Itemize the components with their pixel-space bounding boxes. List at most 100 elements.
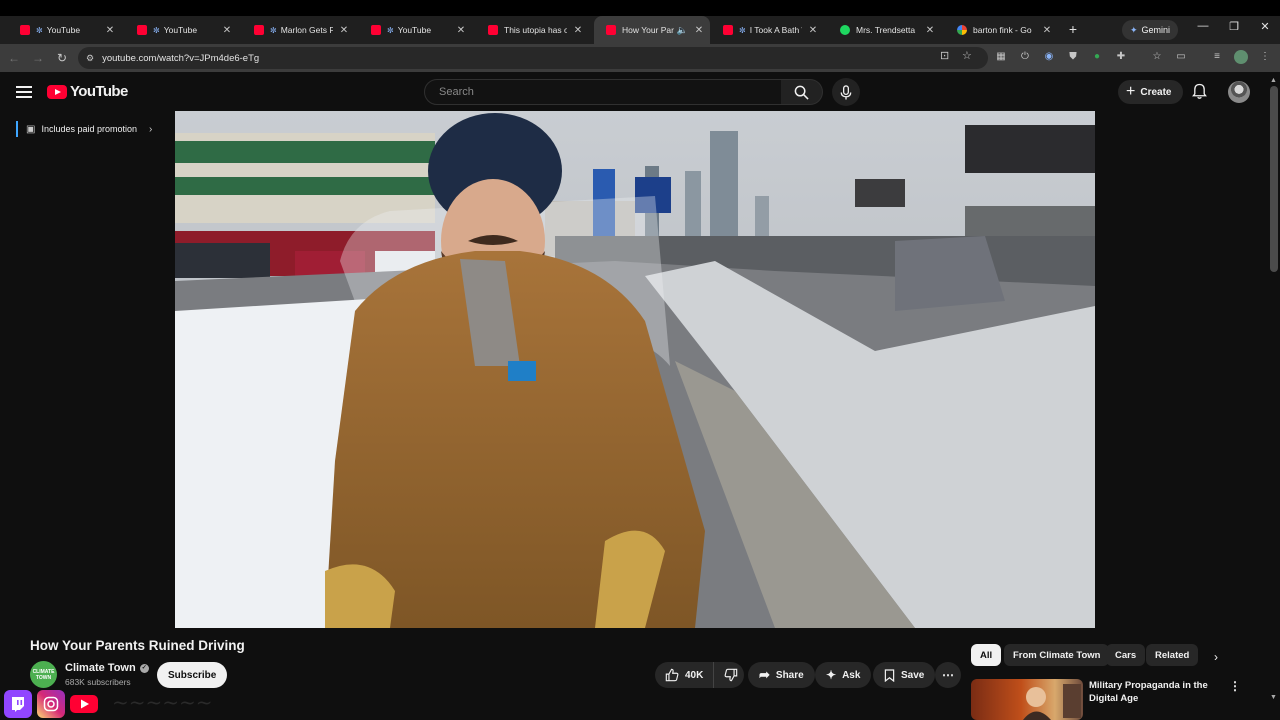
more-horizontal-icon: ⋯ — [942, 668, 954, 682]
new-tab-button[interactable]: + — [1064, 20, 1082, 38]
share-label: Share — [775, 669, 804, 681]
thumbnail-image — [1023, 684, 1081, 720]
close-icon[interactable]: ✕ — [456, 25, 466, 36]
browser-tab[interactable]: barton fink - Go ✕ — [945, 16, 1058, 44]
share-button[interactable]: ➦ Share — [748, 662, 815, 688]
minimize-button[interactable]: — — [1193, 20, 1213, 32]
extension-audio-icon[interactable]: ◉ — [1042, 50, 1056, 64]
page-scrollbar-thumb[interactable] — [1270, 86, 1278, 272]
extension-grid-icon[interactable]: ▦ — [994, 50, 1008, 64]
browser-tab[interactable]: This utopia has one ✕ — [476, 16, 589, 44]
gemini-button[interactable]: ✦ Gemini — [1122, 20, 1179, 40]
like-button[interactable]: 40K — [655, 662, 715, 688]
menu-icon[interactable] — [16, 86, 32, 98]
more-actions-button[interactable]: ⋯ — [935, 662, 961, 688]
voice-search-button[interactable] — [832, 78, 860, 106]
browser-tab[interactable]: Mrs. Trendsetta ✕ — [828, 16, 941, 44]
audio-wave-icon: ✼ — [153, 25, 160, 35]
save-label: Save — [901, 669, 925, 681]
youtube-icon — [254, 25, 264, 35]
side-panel-icon[interactable]: ▭ — [1174, 50, 1188, 64]
window-close-button[interactable]: ✕ — [1255, 20, 1275, 33]
extension-green-icon[interactable]: ● — [1090, 50, 1104, 64]
search-button[interactable] — [781, 79, 823, 105]
youtube-logo[interactable]: YouTube — [47, 83, 128, 100]
verified-icon: ✓ — [139, 663, 149, 673]
video-player[interactable] — [175, 111, 1095, 628]
browser-tab[interactable]: ✼ Marlon Gets Fra ✕ — [242, 16, 355, 44]
video-title: How Your Parents Ruined Driving — [30, 638, 245, 653]
close-icon[interactable]: ✕ — [694, 25, 704, 36]
maximize-button[interactable]: ❐ — [1224, 20, 1244, 33]
notifications-button[interactable] — [1192, 83, 1207, 105]
browser-tab[interactable]: ✼ YouTube ✕ — [125, 16, 238, 44]
tab-label: I Took A Bath W — [749, 25, 802, 35]
close-icon[interactable]: ✕ — [808, 25, 818, 36]
recommendation-title[interactable]: Military Propaganda in the Digital Age — [1089, 679, 1219, 705]
paid-promotion-notice[interactable]: ▣ Includes paid promotion › — [16, 121, 152, 137]
extension-power-icon[interactable]: ⏻ — [1018, 50, 1032, 64]
tab-label: YouTube — [397, 25, 432, 35]
profile-avatar-icon[interactable] — [1234, 50, 1248, 64]
search-input[interactable]: Search — [424, 79, 782, 105]
save-button[interactable]: Save — [873, 662, 936, 688]
media-controls-icon[interactable]: ≡ — [1210, 50, 1224, 64]
channel-name-row[interactable]: Climate Town ✓ — [65, 662, 149, 674]
browser-menu-icon[interactable]: ⋮ — [1258, 50, 1272, 64]
tab-label: Mrs. Trendsetta — [856, 25, 916, 35]
create-button[interactable]: + Create — [1118, 80, 1184, 104]
recommendation-thumbnail[interactable] — [971, 679, 1083, 720]
audio-wave-icon: ✼ — [387, 25, 394, 35]
forward-arrow-icon[interactable]: → — [30, 50, 46, 66]
account-avatar[interactable] — [1228, 81, 1250, 103]
browser-tab[interactable]: ✼ YouTube ✕ — [8, 16, 121, 44]
browser-tab-active[interactable]: How Your Paren 🔈 ✕ — [594, 16, 710, 44]
install-app-icon[interactable]: ⊡ — [940, 49, 949, 62]
channel-name[interactable]: Climate Town — [65, 662, 136, 674]
close-icon[interactable]: ✕ — [925, 25, 935, 36]
youtube-social-icon — [70, 690, 98, 718]
close-icon[interactable]: ✕ — [339, 25, 349, 36]
close-icon[interactable]: ✕ — [1042, 25, 1052, 36]
subscribe-button[interactable]: Subscribe — [157, 662, 228, 688]
youtube-header: YouTube Search + Create — [0, 72, 1280, 112]
url-text: youtube.com/watch?v=JPm4de6-eTg — [102, 52, 260, 64]
bookmark-star-icon[interactable]: ☆ — [962, 49, 972, 62]
site-info-icon[interactable]: ⚙ — [86, 53, 94, 64]
tab-label: This utopia has one — [504, 25, 567, 35]
speaker-icon[interactable]: 🔈 — [677, 25, 688, 36]
more-vertical-icon[interactable]: ⋮ — [1229, 679, 1241, 693]
youtube-play-icon — [47, 84, 67, 99]
chip-related[interactable]: Related — [1146, 644, 1199, 666]
bell-icon — [1192, 83, 1207, 99]
scroll-down-icon[interactable]: ▼ — [1270, 694, 1277, 701]
bookmarks-icon[interactable]: ☆ — [1150, 50, 1164, 64]
reload-icon[interactable]: ↻ — [54, 50, 70, 66]
ask-label: Ask — [842, 669, 861, 681]
close-icon[interactable]: ✕ — [105, 25, 115, 36]
browser-tab[interactable]: ✼ I Took A Bath W ✕ — [711, 16, 824, 44]
scroll-up-icon[interactable]: ▲ — [1270, 77, 1277, 84]
audio-wave-icon: ✼ — [270, 25, 277, 35]
channel-avatar[interactable]: CLIMATE TOWN — [30, 661, 57, 688]
ask-button[interactable]: ✦ Ask — [815, 662, 872, 688]
bookmark-icon — [884, 668, 895, 682]
dislike-button[interactable] — [714, 668, 748, 682]
chip-from-channel[interactable]: From Climate Town — [1004, 644, 1110, 666]
browser-tab[interactable]: ✼ YouTube ✕ — [359, 16, 472, 44]
extensions-puzzle-icon[interactable]: ✚ — [1114, 50, 1128, 64]
youtube-logo-text: YouTube — [70, 83, 128, 100]
browser-tab-strip: ✼ YouTube ✕ ✼ YouTube ✕ ✼ Marlon Gets Fr… — [0, 0, 1280, 44]
share-arrow-icon: ➦ — [759, 667, 770, 682]
sparkle-icon: ✦ — [826, 668, 837, 682]
back-arrow-icon[interactable]: ← — [6, 50, 22, 66]
chip-all[interactable]: All — [971, 644, 1002, 666]
extension-shield-icon[interactable]: ⛊ — [1066, 50, 1080, 64]
close-icon[interactable]: ✕ — [222, 25, 232, 36]
chevron-right-icon[interactable]: › — [1214, 650, 1218, 664]
subscriber-count: 683K subscribers — [65, 677, 131, 687]
address-bar[interactable]: ⚙ youtube.com/watch?v=JPm4de6-eTg — [78, 47, 988, 69]
info-card-icon: ▣ — [26, 123, 36, 135]
close-icon[interactable]: ✕ — [573, 25, 583, 36]
chip-cars[interactable]: Cars — [1106, 644, 1146, 666]
